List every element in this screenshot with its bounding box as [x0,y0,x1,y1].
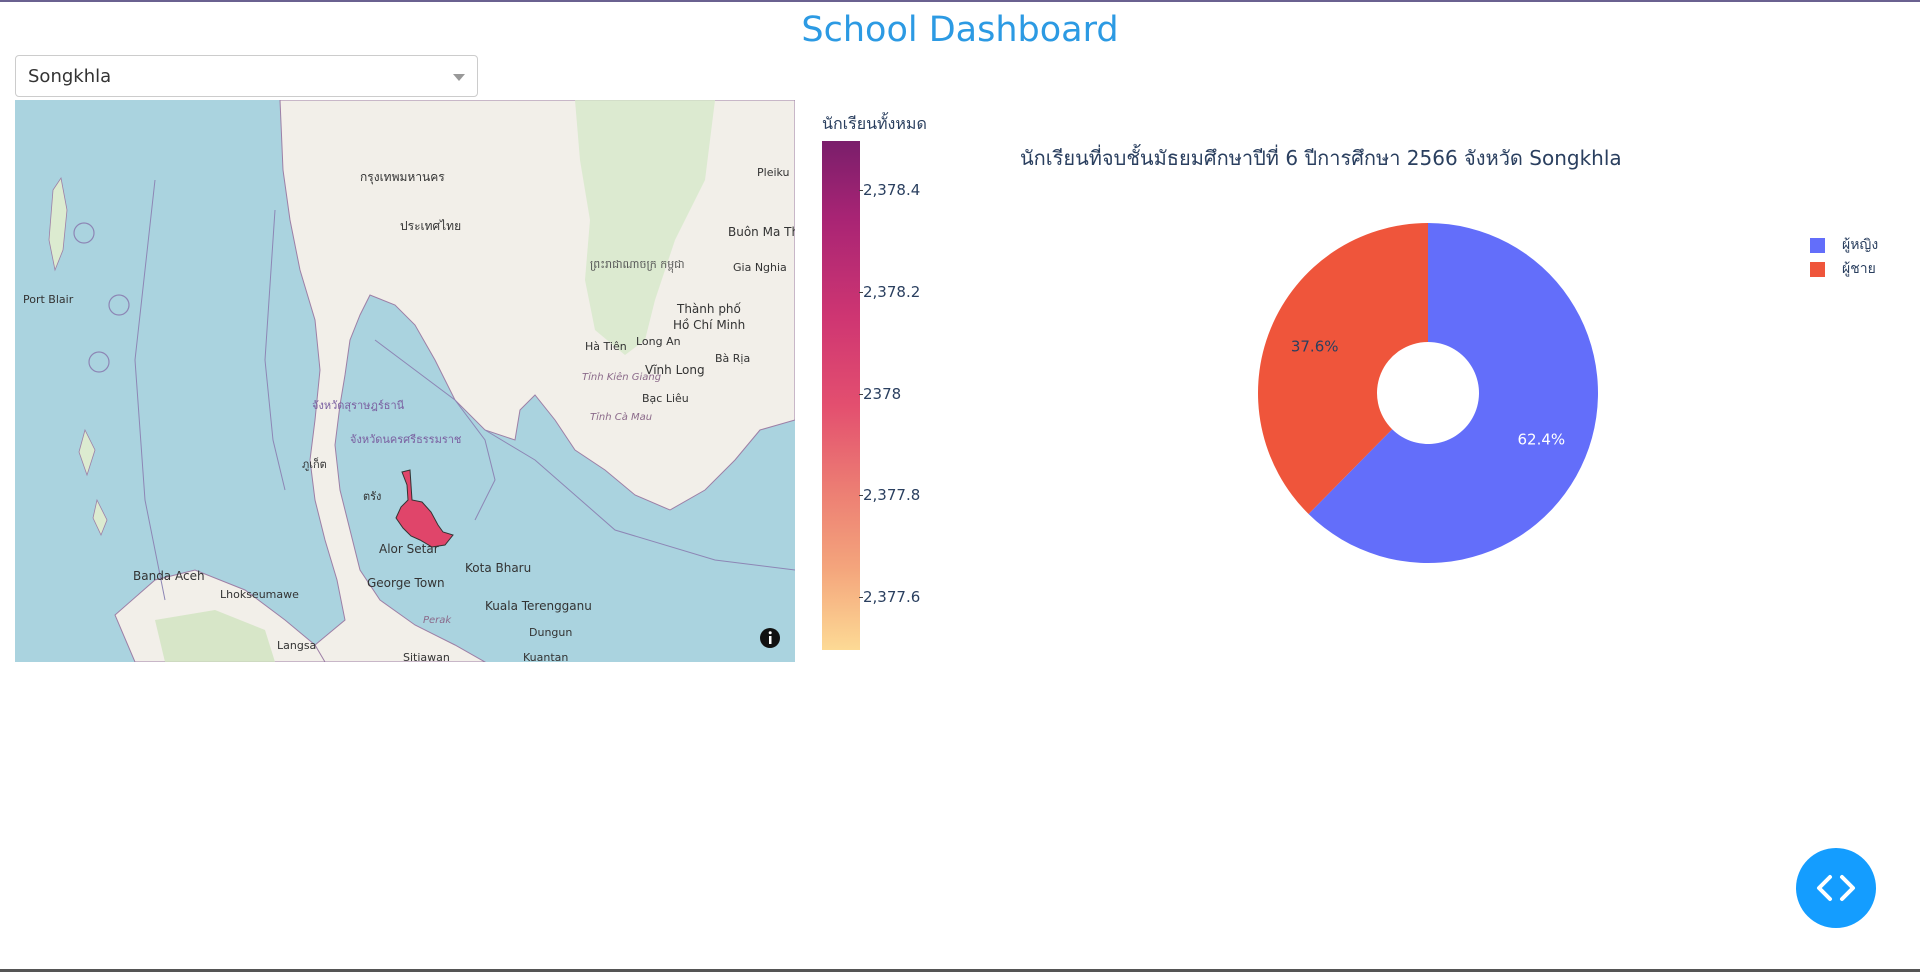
map-label-nakhon-si: จังหวัดนครศรีธรรมราช [350,433,461,446]
pie-slice-label: 37.6% [1291,337,1339,355]
map-label-ba-ria: Bà Rịa [715,352,750,365]
colorbar-gradient [822,141,860,650]
map-label-gia-nghia: Gia Nghia [733,261,787,274]
map-label-kota-bharu: Kota Bharu [465,561,531,575]
choropleth-map[interactable]: กรุงเทพมหานคร ประเทศไทย ព្រះរាជាណាចក្រ ក… [15,100,795,662]
legend-item-male[interactable]: ผู้ชาย [1810,257,1878,281]
map-label-perak: Perak [423,615,452,626]
map-label-hcmc-1: Thành phố [676,302,742,316]
colorbar-tick: 2,378.2 [858,283,921,301]
colorbar-tick: 2378 [858,385,902,403]
chevron-down-icon[interactable] [453,74,465,81]
colorbar-tick: 2,377.6 [858,588,921,606]
map-label-thailand: ประเทศไทย [400,219,461,233]
map-label-dungun: Dungun [529,626,572,639]
map-label-surat-thani: จังหวัดสุราษฎร์ธานี [312,399,405,412]
map-label-kuala-terengganu: Kuala Terengganu [485,599,592,613]
map-label-banda-aceh: Banda Aceh [133,569,205,583]
legend-swatch [1810,261,1825,277]
legend-swatch [1810,237,1825,253]
map-label-langsa: Langsa [277,639,316,652]
map-label-sitiawan: Sitiawan [403,651,450,662]
legend-label: ผู้หญิง [1842,237,1879,253]
map-label-ca-mau: Tỉnh Cà Mau [590,411,652,423]
legend-label: ผู้ชาย [1842,261,1876,277]
chart-legend: ผู้หญิง ผู้ชาย [1810,233,1878,281]
map-label-long-an: Long An [636,335,681,348]
map-label-kuantan: Kuantan [523,651,568,662]
donut-chart[interactable]: 62.4% 37.6% [1240,215,1620,575]
map-label-pleiku: Pleiku [757,166,790,179]
map-label-trang: ตรัง [363,490,381,503]
map-label-kien-giang: Tỉnh Kiên Giang [582,371,661,383]
map-label-alor-setar: Alor Setar [379,542,439,556]
info-icon[interactable] [758,626,782,650]
map-label-ha-tien: Hà Tiên [585,340,627,353]
chart-title: นักเรียนที่จบชั้นมัธยมศึกษาปีที่ 6 ปีการ… [1020,146,1622,170]
code-toggle-button[interactable] [1796,848,1876,928]
legend-item-female[interactable]: ผู้หญิง [1810,233,1878,257]
colorbar-tick: 2,377.8 [858,486,921,504]
colorbar-title: นักเรียนทั้งหมด [822,114,927,133]
page-title: School Dashboard [801,10,1119,50]
map-label-phuket: ภูเก็ต [302,457,327,471]
province-dropdown[interactable]: Songkhla [15,55,478,97]
map-label-bac-lieu: Bạc Liêu [642,392,689,405]
map-label-hcmc-2: Hồ Chí Minh [673,318,745,332]
code-icon [1817,875,1855,901]
map-label-cambodia: ព្រះរាជាណាចក្រ កម្ពុជា [590,258,685,273]
map-label-buon-ma-thuot: Buôn Ma Th [728,225,795,239]
map-label-port-blair: Port Blair [23,293,74,306]
map-label-george-town: George Town [367,576,445,590]
pie-slice-label: 62.4% [1517,431,1565,449]
colorbar-tick: 2,378.4 [858,181,921,199]
dropdown-selected-value: Songkhla [28,66,112,87]
map-label-lhokseumawe: Lhokseumawe [220,588,299,601]
top-border [0,0,1920,2]
map-label-bangkok: กรุงเทพมหานคร [360,170,445,185]
